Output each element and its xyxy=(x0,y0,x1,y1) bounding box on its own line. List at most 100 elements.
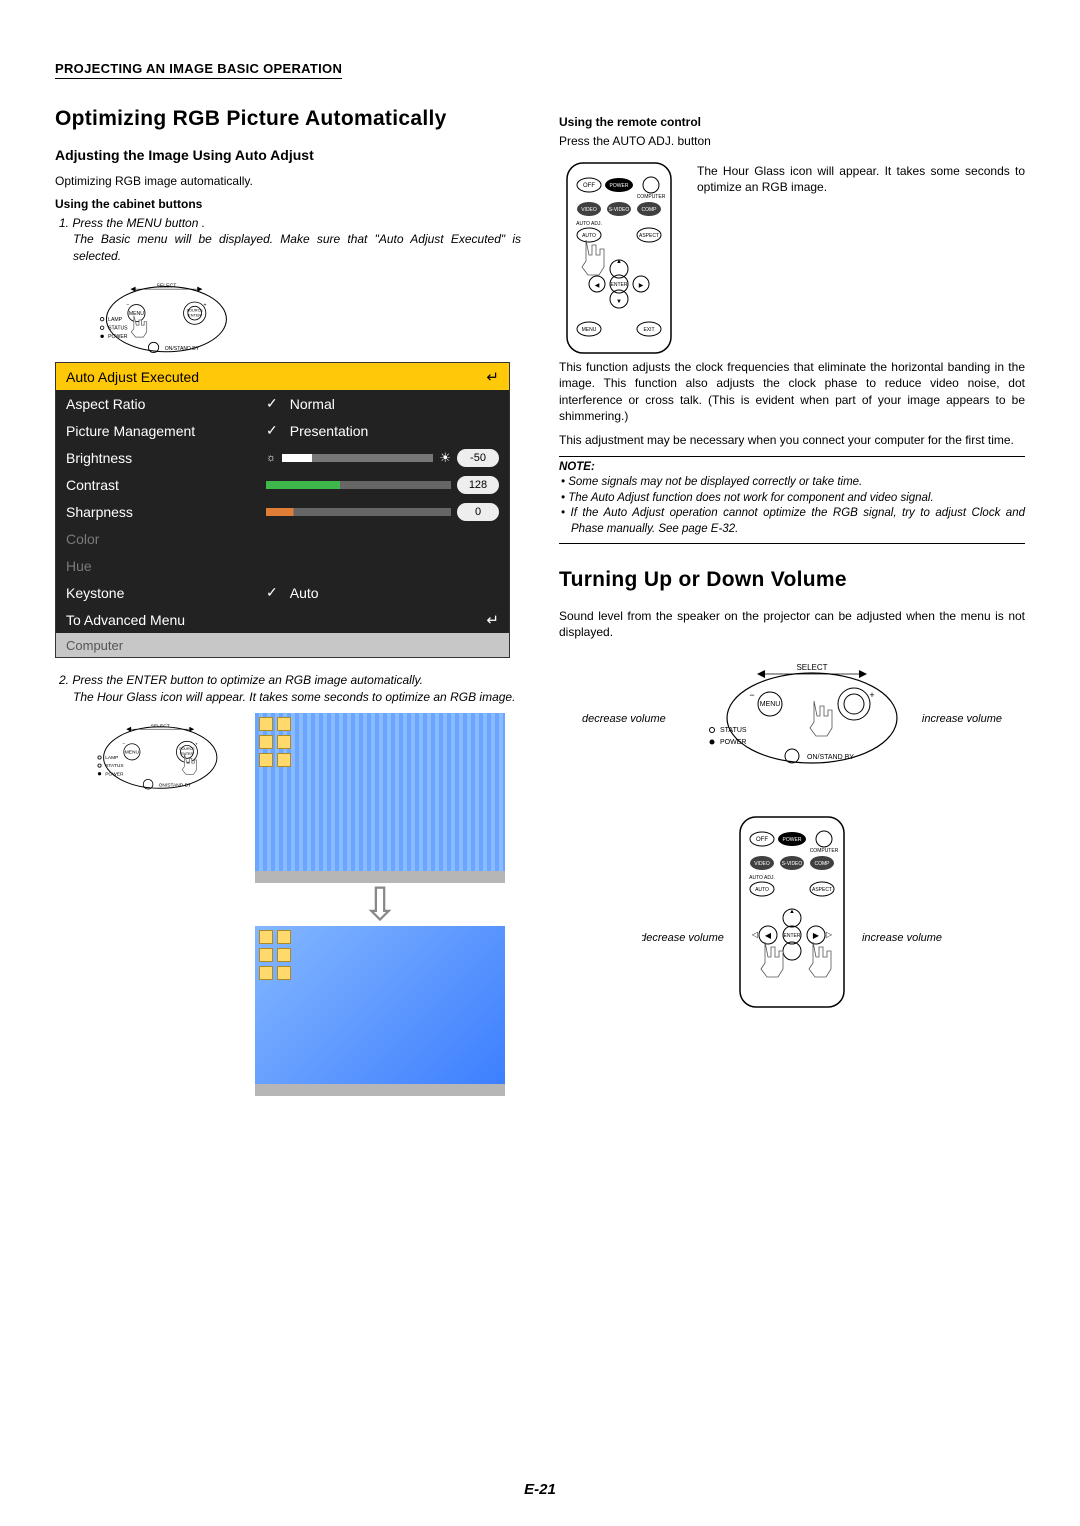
menu-row: Sharpness 0 xyxy=(56,498,509,525)
optimization-illustration: ⇩ xyxy=(255,713,505,1097)
menu-row: Auto Adjust Executed↵ xyxy=(56,363,509,390)
svg-text:POWER: POWER xyxy=(783,837,802,843)
svg-text:STATUS: STATUS xyxy=(105,763,124,769)
svg-text:ASPECT: ASPECT xyxy=(812,887,832,893)
check-icon: ✓ xyxy=(266,584,278,601)
remote-diagram: OFF POWER COMPUTER VIDEO S-VIDEO COMP AU… xyxy=(559,159,679,359)
svg-text:S-VIDEO: S-VIDEO xyxy=(609,207,630,213)
menu-row-label: Aspect Ratio xyxy=(66,396,266,412)
svg-text:increase volume: increase volume xyxy=(862,932,942,944)
svg-text:EXIT: EXIT xyxy=(643,327,654,333)
menu-row-label: Computer xyxy=(66,638,266,653)
svg-text:ENTER: ENTER xyxy=(188,313,201,317)
svg-text:+: + xyxy=(869,690,874,700)
svg-text:COMPUTER: COMPUTER xyxy=(810,848,839,854)
page-number: E-21 xyxy=(0,1481,1080,1498)
svg-text:−: − xyxy=(749,690,754,700)
menu-row-label: Brightness xyxy=(66,450,266,466)
svg-text:▲: ▲ xyxy=(616,259,622,265)
svg-text:ON/STAND BY: ON/STAND BY xyxy=(159,782,192,788)
enter-icon: ↵ xyxy=(486,368,499,386)
svg-text:COMPUTER: COMPUTER xyxy=(637,194,666,200)
slider-track xyxy=(266,481,451,489)
menu-row-label: Sharpness xyxy=(66,504,266,520)
note-item: If the Auto Adjust operation cannot opti… xyxy=(559,506,1025,537)
volume-intro: Sound level from the speaker on the proj… xyxy=(559,608,1025,640)
section-title-volume: Turning Up or Down Volume xyxy=(559,568,1025,592)
label-increase-volume: increase volume xyxy=(922,713,1002,725)
slider-value: 0 xyxy=(457,503,499,521)
svg-text:◀: ◀ xyxy=(765,931,772,940)
intro-text: Optimizing RGB image automatically. xyxy=(55,173,521,189)
svg-text:POWER: POWER xyxy=(610,183,629,189)
slider-track xyxy=(266,508,451,516)
menu-row-value: Normal xyxy=(290,396,335,412)
svg-text:VIDEO: VIDEO xyxy=(581,207,597,213)
menu-row-value: Presentation xyxy=(290,423,369,439)
svg-text:AUTO: AUTO xyxy=(582,233,596,239)
svg-text:▶: ▶ xyxy=(813,931,820,940)
svg-text:AUTO ADJ.: AUTO ADJ. xyxy=(576,221,602,227)
check-icon: ✓ xyxy=(266,395,278,412)
svg-text:◀: ◀ xyxy=(595,283,600,289)
volume-remote-diagram: OFF POWER COMPUTER VIDEO S-VIDEO COMP AU… xyxy=(642,813,942,1038)
svg-text:S-VIDEO: S-VIDEO xyxy=(782,861,803,867)
svg-text:POWER: POWER xyxy=(105,771,124,777)
svg-text:AUTO ADJ.: AUTO ADJ. xyxy=(749,875,775,881)
menu-row-label: Picture Management xyxy=(66,423,266,439)
method-cabinet-title: Using the cabinet buttons xyxy=(55,197,521,211)
svg-text:SELECT: SELECT xyxy=(151,723,170,729)
menu-row-label: Color xyxy=(66,531,266,547)
step1: 1. Press the MENU button . The Basic men… xyxy=(55,215,521,264)
arrow-down-icon: ⇩ xyxy=(361,891,400,919)
svg-text:OFF: OFF xyxy=(756,837,768,843)
left-column: Optimizing RGB Picture Automatically Adj… xyxy=(55,107,521,1096)
svg-text:COMP: COMP xyxy=(815,861,831,867)
svg-text:LAMP: LAMP xyxy=(108,317,123,323)
svg-text:SOURCE: SOURCE xyxy=(186,308,203,312)
brightness-high-icon: ☀ xyxy=(439,450,451,466)
label-decrease-volume: decrease volume xyxy=(582,713,666,725)
menu-row-label: Keystone xyxy=(66,585,266,601)
svg-text:ENTER: ENTER xyxy=(611,282,628,288)
svg-text:SOURCE: SOURCE xyxy=(179,747,195,751)
svg-text:POWER: POWER xyxy=(720,739,746,746)
svg-text:MENU: MENU xyxy=(125,749,140,755)
desktop-before xyxy=(255,713,505,883)
desktop-after xyxy=(255,926,505,1096)
menu-row-label: To Advanced Menu xyxy=(66,612,266,628)
clock-description: This function adjusts the clock frequenc… xyxy=(559,359,1025,424)
slider-value: 128 xyxy=(457,476,499,494)
svg-text:STATUS: STATUS xyxy=(720,727,747,734)
svg-text:SELECT: SELECT xyxy=(796,663,827,672)
subhead-auto-adjust: Adjusting the Image Using Auto Adjust xyxy=(55,147,521,163)
svg-text:SELECT: SELECT xyxy=(156,283,177,289)
svg-text:MENU: MENU xyxy=(760,701,781,708)
svg-text:ENTER: ENTER xyxy=(784,933,801,939)
svg-text:−: − xyxy=(122,742,125,747)
first-time-note: This adjustment may be necessary when yo… xyxy=(559,432,1025,448)
svg-text:ON/STAND BY: ON/STAND BY xyxy=(165,346,200,352)
menu-row: Hue xyxy=(56,552,509,579)
check-icon: ✓ xyxy=(266,422,278,439)
note-heading: NOTE: xyxy=(559,461,1025,473)
menu-row: Picture Management✓ Presentation xyxy=(56,417,509,444)
menu-row: To Advanced Menu↵ xyxy=(56,606,509,633)
cabinet-diagram-2: SELECT + − MENU SOURCE ENTER LAMP STATUS… xyxy=(55,713,225,794)
menu-row-label: Hue xyxy=(66,558,266,574)
svg-text:AUTO: AUTO xyxy=(755,887,769,893)
svg-text:▷: ▷ xyxy=(826,930,833,939)
svg-text:STATUS: STATUS xyxy=(108,325,128,331)
hourglass-note-right: The Hour Glass icon will appear. It take… xyxy=(697,159,1025,195)
menu-row: Aspect Ratio✓ Normal xyxy=(56,390,509,417)
volume-cabinet-diagram: SELECT + − MENU STATUS POWER ON/STAND BY xyxy=(642,653,942,783)
menu-row: Keystone✓Auto xyxy=(56,579,509,606)
menu-row: Contrast 128 xyxy=(56,471,509,498)
note-list: Some signals may not be displayed correc… xyxy=(559,475,1025,537)
on-screen-menu: Auto Adjust Executed↵Aspect Ratio✓Normal… xyxy=(55,362,510,658)
slider-track xyxy=(282,454,433,462)
menu-row-label: Contrast xyxy=(66,477,266,493)
svg-text:ON/STAND BY: ON/STAND BY xyxy=(807,754,854,761)
menu-row: Computer xyxy=(56,633,509,657)
note-item: The Auto Adjust function does not work f… xyxy=(559,491,1025,507)
